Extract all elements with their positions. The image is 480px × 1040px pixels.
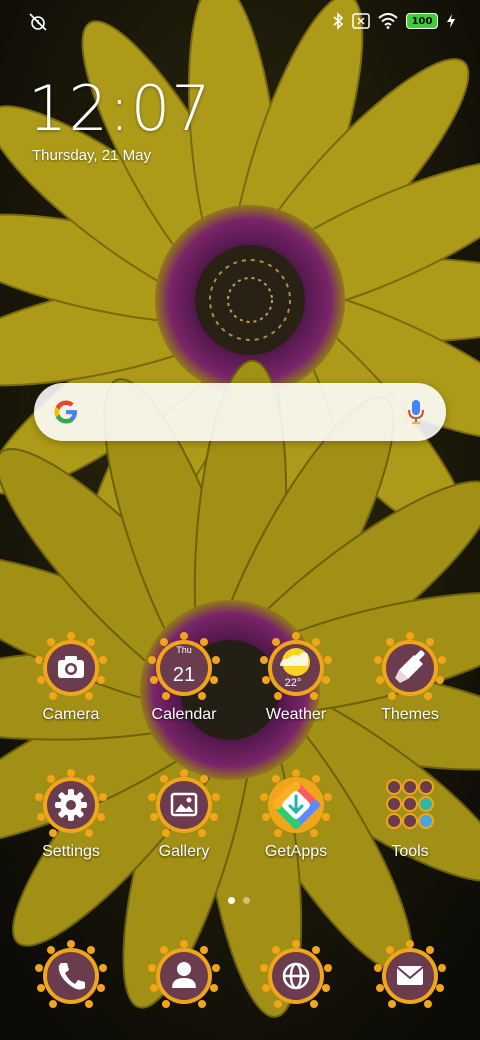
app-label: Weather — [265, 706, 327, 723]
app-camera[interactable]: Camera — [21, 628, 121, 724]
app-settings[interactable]: Settings — [21, 765, 121, 861]
folder-icon — [386, 779, 434, 829]
calendar-icon: Thu 21 — [173, 645, 195, 686]
page-dot[interactable] — [243, 897, 250, 904]
lock-clock-time[interactable]: 12:07 — [28, 72, 212, 145]
wifi-icon — [378, 13, 398, 29]
weather-temperature: 22° — [285, 677, 302, 689]
battery-icon: 100 — [406, 13, 438, 29]
app-calendar[interactable]: Thu 21 Calendar — [134, 628, 234, 724]
app-weather[interactable]: 22° Weather — [246, 628, 346, 724]
app-label: Gallery — [158, 843, 210, 860]
bluetooth-icon — [333, 12, 344, 30]
search-input[interactable] — [94, 393, 398, 433]
folder-tools[interactable]: Tools — [360, 765, 460, 861]
lock-clock-date[interactable]: Thursday, 21 May — [32, 147, 151, 164]
weather-icon: 22° — [280, 648, 310, 689]
battery-level: 100 — [411, 15, 433, 27]
camera-icon — [58, 656, 84, 678]
status-icons: 100 — [332, 10, 456, 32]
charging-icon — [447, 14, 455, 28]
image-icon — [170, 792, 198, 817]
app-label: Camera — [42, 706, 100, 723]
app-label: Calendar — [151, 706, 217, 723]
app-themes[interactable]: Themes — [360, 628, 460, 724]
app-label: Settings — [42, 843, 100, 860]
contacts-icon — [172, 962, 196, 988]
page-dot-active[interactable] — [228, 897, 235, 904]
app-getapps[interactable]: GetApps — [246, 765, 346, 861]
alarm-off-icon — [29, 13, 47, 31]
no-sim-icon — [352, 13, 370, 29]
dock-messages[interactable] — [360, 936, 460, 1016]
dock-browser[interactable] — [246, 936, 346, 1016]
getapps-icon — [272, 781, 320, 829]
folder-label: Tools — [391, 843, 429, 860]
app-label: Themes — [381, 706, 439, 723]
phone-icon — [58, 963, 85, 990]
calendar-day-number: 21 — [173, 664, 195, 686]
app-label: GetApps — [264, 843, 328, 860]
brush-icon — [395, 650, 425, 683]
google-search-bar[interactable] — [34, 383, 446, 441]
microphone-icon[interactable] — [406, 398, 426, 426]
google-icon — [54, 400, 77, 424]
dock-contacts[interactable] — [134, 936, 234, 1016]
browser-icon — [282, 962, 310, 990]
page-indicator[interactable] — [228, 897, 250, 904]
gear-icon — [55, 789, 87, 821]
calendar-day-name: Thu — [176, 645, 192, 655]
dock-phone[interactable] — [21, 936, 121, 1016]
messages-icon — [396, 966, 424, 985]
app-gallery[interactable]: Gallery — [134, 765, 234, 861]
